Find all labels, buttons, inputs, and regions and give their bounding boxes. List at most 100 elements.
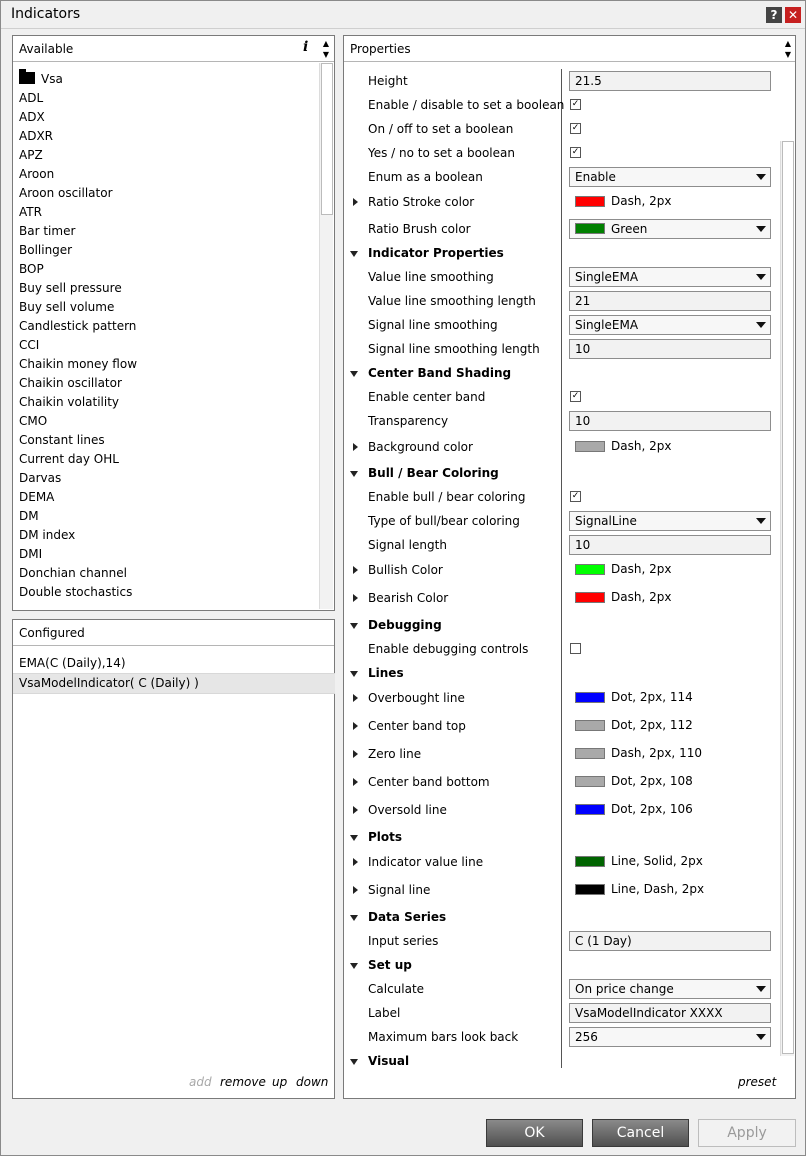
property-text-input[interactable]: 21 [569, 291, 771, 311]
add-link[interactable]: add [189, 1075, 212, 1089]
color-swatch[interactable] [575, 441, 605, 452]
info-icon[interactable]: i [303, 39, 308, 55]
color-swatch[interactable] [575, 692, 605, 703]
list-item[interactable]: Candlestick pattern [19, 317, 136, 336]
expand-arrow-icon[interactable] [353, 886, 358, 894]
list-item[interactable]: DM index [19, 526, 75, 545]
list-item[interactable]: DEMA [19, 488, 54, 507]
expand-arrow-icon[interactable] [353, 566, 358, 574]
properties-sort-arrows[interactable]: ▲ ▼ [781, 38, 795, 60]
list-item[interactable]: ADXR [19, 127, 53, 146]
property-row[interactable]: Overbought line Dot, 2px, 114 [344, 686, 764, 710]
collapse-arrow-icon[interactable] [350, 623, 358, 629]
collapse-arrow-icon[interactable] [350, 1059, 358, 1065]
ok-button[interactable]: OK [486, 1119, 583, 1147]
list-item[interactable]: Constant lines [19, 431, 105, 450]
list-item[interactable]: Darvas [19, 469, 61, 488]
close-button[interactable]: ✕ [785, 7, 801, 23]
collapse-arrow-icon[interactable] [350, 963, 358, 969]
list-item[interactable]: Bollinger [19, 241, 72, 260]
color-swatch[interactable] [575, 804, 605, 815]
expand-arrow-icon[interactable] [353, 722, 358, 730]
checkbox-checked[interactable]: ✓ [570, 123, 581, 134]
list-item[interactable]: Chaikin money flow [19, 355, 137, 374]
cancel-button[interactable]: Cancel [592, 1119, 689, 1147]
property-category[interactable]: Plots [344, 825, 764, 849]
property-dropdown[interactable]: SingleEMA [569, 267, 771, 287]
down-link[interactable]: down [296, 1075, 328, 1089]
property-row[interactable]: Ratio Stroke color Dash, 2px [344, 190, 764, 214]
list-item[interactable]: CCI [19, 336, 39, 355]
apply-button[interactable]: Apply [698, 1119, 796, 1147]
list-item[interactable]: Aroon oscillator [19, 184, 113, 203]
property-text-input[interactable]: C (1 Day) [569, 931, 771, 951]
property-row[interactable]: Bullish Color Dash, 2px [344, 558, 764, 582]
available-scroll-thumb[interactable] [321, 63, 333, 215]
property-row[interactable]: Background color Dash, 2px [344, 435, 764, 459]
property-dropdown[interactable]: Enable [569, 167, 771, 187]
property-category[interactable]: Visual [344, 1049, 764, 1073]
collapse-arrow-icon[interactable] [350, 671, 358, 677]
property-dropdown[interactable]: 256 [569, 1027, 771, 1047]
property-category[interactable]: Data Series [344, 905, 764, 929]
property-row[interactable]: Bearish Color Dash, 2px [344, 586, 764, 610]
list-item[interactable]: DMI [19, 545, 42, 564]
color-swatch[interactable] [575, 720, 605, 731]
list-item[interactable]: BOP [19, 260, 44, 279]
property-dropdown[interactable]: SingleEMA [569, 315, 771, 335]
list-item-folder[interactable]: Vsa [19, 69, 63, 89]
property-row[interactable]: Signal line Line, Dash, 2px [344, 878, 764, 902]
property-text-input[interactable]: VsaModelIndicator XXXX [569, 1003, 771, 1023]
help-button[interactable]: ? [766, 7, 782, 23]
property-row[interactable]: Indicator value line Line, Solid, 2px [344, 850, 764, 874]
expand-arrow-icon[interactable] [353, 694, 358, 702]
property-text-input[interactable]: 10 [569, 339, 771, 359]
property-text-input[interactable]: 10 [569, 535, 771, 555]
list-item[interactable]: Current day OHL [19, 450, 119, 469]
expand-arrow-icon[interactable] [353, 806, 358, 814]
available-scrollbar[interactable] [319, 63, 333, 609]
properties-scroll-thumb[interactable] [782, 141, 794, 1054]
color-swatch[interactable] [575, 564, 605, 575]
list-item[interactable]: Donchian channel [19, 564, 127, 583]
property-category[interactable]: Indicator Properties [344, 241, 764, 265]
checkbox-unchecked[interactable] [570, 643, 581, 654]
expand-arrow-icon[interactable] [353, 198, 358, 206]
list-item[interactable]: CMO [19, 412, 47, 431]
checkbox-checked[interactable]: ✓ [570, 147, 581, 158]
expand-arrow-icon[interactable] [353, 858, 358, 866]
list-item[interactable]: Aroon [19, 165, 54, 184]
properties-scrollbar[interactable] [780, 141, 794, 1056]
list-item[interactable]: Buy sell volume [19, 298, 114, 317]
collapse-arrow-icon[interactable] [350, 915, 358, 921]
list-item[interactable]: ADX [19, 108, 45, 127]
property-category[interactable]: Bull / Bear Coloring [344, 461, 764, 485]
property-row[interactable]: Center band top Dot, 2px, 112 [344, 714, 764, 738]
list-item[interactable]: APZ [19, 146, 43, 165]
color-swatch[interactable] [575, 592, 605, 603]
configured-item-selected[interactable]: VsaModelIndicator( C (Daily) ) [13, 674, 335, 693]
checkbox-checked[interactable]: ✓ [570, 391, 581, 402]
expand-arrow-icon[interactable] [353, 778, 358, 786]
expand-arrow-icon[interactable] [353, 594, 358, 602]
property-text-input[interactable]: 10 [569, 411, 771, 431]
property-category[interactable]: Debugging [344, 613, 764, 637]
list-item[interactable]: DM [19, 507, 39, 526]
list-item[interactable]: ATR [19, 203, 42, 222]
property-dropdown[interactable]: SignalLine [569, 511, 771, 531]
color-swatch[interactable] [575, 748, 605, 759]
checkbox-checked[interactable]: ✓ [570, 491, 581, 502]
property-category[interactable]: Center Band Shading [344, 361, 764, 385]
collapse-arrow-icon[interactable] [350, 835, 358, 841]
list-item[interactable]: Buy sell pressure [19, 279, 122, 298]
color-swatch[interactable] [575, 856, 605, 867]
collapse-arrow-icon[interactable] [350, 371, 358, 377]
collapse-arrow-icon[interactable] [350, 471, 358, 477]
list-item[interactable]: ADL [19, 89, 43, 108]
property-dropdown[interactable]: Green [569, 219, 771, 239]
available-sort-arrows[interactable]: ▲ ▼ [319, 38, 333, 60]
preset-link[interactable]: preset [738, 1075, 776, 1089]
property-row[interactable]: Center band bottom Dot, 2px, 108 [344, 770, 764, 794]
expand-arrow-icon[interactable] [353, 750, 358, 758]
up-link[interactable]: up [272, 1075, 287, 1089]
